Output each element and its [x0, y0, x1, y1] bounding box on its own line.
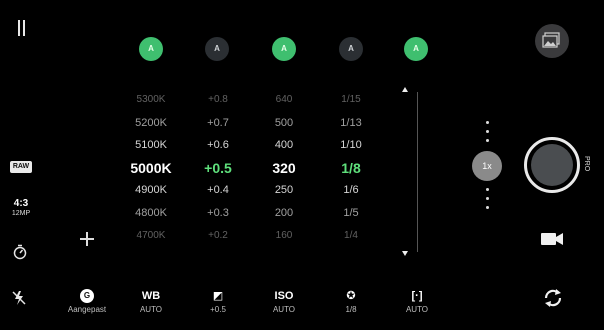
picker-value[interactable]: +0.6 — [183, 134, 253, 157]
shutter-speed-picker[interactable]: 1/15 1/13 1/10 1/8 1/6 1/5 1/4 — [316, 89, 386, 247]
aspect-ratio-label[interactable]: 4:3 — [4, 199, 38, 209]
video-camera-icon[interactable] — [541, 232, 563, 251]
iso-auto-indicator[interactable]: A — [272, 37, 296, 61]
switch-camera-icon[interactable] — [541, 286, 565, 315]
iso-picker[interactable]: 640 500 400 320 250 200 160 — [249, 89, 319, 247]
picker-value[interactable]: 5100K — [116, 134, 186, 157]
picker-value[interactable]: 1/13 — [316, 112, 386, 135]
picker-value[interactable]: 1/6 — [316, 179, 386, 202]
picker-value[interactable]: 1/4 — [316, 225, 386, 248]
scroll-track[interactable] — [417, 92, 418, 252]
picker-value[interactable]: +0.4 — [183, 179, 253, 202]
zoom-track-dot — [486, 206, 489, 209]
picker-value[interactable]: +0.8 — [183, 89, 253, 112]
ev-auto-indicator[interactable]: A — [205, 37, 229, 61]
ev-value: +0.5 — [210, 305, 226, 314]
selected-value[interactable]: 1/8 — [316, 157, 386, 180]
focus-value: AUTO — [405, 305, 429, 314]
raw-badge[interactable]: RAW — [10, 161, 32, 173]
shutter-auto-indicator[interactable]: A — [339, 37, 363, 61]
zoom-track-dot — [486, 197, 489, 200]
picker-value[interactable]: 4900K — [116, 179, 186, 202]
shutter-speed-button[interactable]: ✪ 1/8 — [316, 289, 386, 314]
shutter-speed-value: 1/8 — [345, 305, 357, 314]
zoom-track-dot — [486, 130, 489, 133]
timer-icon[interactable] — [12, 244, 28, 265]
wb-value: AUTO — [139, 305, 163, 314]
selected-value[interactable]: 320 — [249, 157, 319, 180]
scroll-down-icon[interactable] — [402, 251, 408, 256]
zoom-track-dot — [486, 188, 489, 191]
wb-button[interactable]: WB AUTO — [116, 289, 186, 314]
shutter-button[interactable] — [531, 144, 573, 186]
picker-value[interactable]: +0.2 — [183, 225, 253, 248]
selected-value[interactable]: +0.5 — [183, 157, 253, 180]
exposure-icon: ◩ — [212, 290, 224, 302]
picker-value[interactable]: +0.3 — [183, 202, 253, 225]
iso-icon: ISO — [274, 290, 294, 302]
picker-value[interactable]: 4700K — [116, 225, 186, 248]
add-icon[interactable] — [80, 232, 94, 246]
wb-icon: WB — [141, 290, 161, 302]
picker-value[interactable]: 5300K — [116, 89, 186, 112]
resolution-label: 12MP — [11, 210, 31, 217]
picker-value[interactable]: 200 — [249, 202, 319, 225]
picker-value[interactable]: 1/5 — [316, 202, 386, 225]
white-balance-picker[interactable]: 5300K 5200K 5100K 5000K 4900K 4800K 4700K — [116, 89, 186, 247]
picker-value[interactable]: 1/15 — [316, 89, 386, 112]
picker-value[interactable]: 250 — [249, 179, 319, 202]
focus-icon: [·] — [411, 290, 423, 302]
scroll-up-icon[interactable] — [402, 87, 408, 92]
ev-button[interactable]: ◩ +0.5 — [183, 289, 253, 314]
mode-label: Aangepast — [67, 305, 107, 314]
wb-auto-indicator[interactable]: A — [139, 37, 163, 61]
picker-value[interactable]: +0.7 — [183, 112, 253, 135]
pause-icon[interactable] — [18, 20, 26, 36]
picker-value[interactable]: 400 — [249, 134, 319, 157]
picker-value[interactable]: 5200K — [116, 112, 186, 135]
gallery-thumbnail[interactable] — [535, 24, 569, 58]
iso-button[interactable]: ISO AUTO — [249, 289, 319, 314]
zoom-track-dot — [486, 139, 489, 142]
iso-value: AUTO — [272, 305, 296, 314]
zoom-track-dot — [486, 121, 489, 124]
picker-value[interactable]: 1/10 — [316, 134, 386, 157]
zoom-knob[interactable]: 1x — [472, 151, 502, 181]
picker-value[interactable]: 640 — [249, 89, 319, 112]
mode-button[interactable]: G Aangepast — [52, 289, 122, 314]
flash-off-icon[interactable] — [12, 290, 26, 311]
aperture-icon: ✪ — [346, 290, 356, 302]
pro-mode-label[interactable]: PRO — [583, 156, 590, 171]
selected-value[interactable]: 5000K — [116, 157, 186, 180]
custom-mode-icon: G — [80, 289, 94, 303]
picker-value[interactable]: 160 — [249, 225, 319, 248]
exposure-picker[interactable]: +0.8 +0.7 +0.6 +0.5 +0.4 +0.3 +0.2 — [183, 89, 253, 247]
picker-value[interactable]: 500 — [249, 112, 319, 135]
focus-button[interactable]: [·] AUTO — [382, 289, 452, 314]
focus-auto-indicator[interactable]: A — [404, 37, 428, 61]
picker-value[interactable]: 4800K — [116, 202, 186, 225]
gallery-icon — [542, 32, 560, 48]
